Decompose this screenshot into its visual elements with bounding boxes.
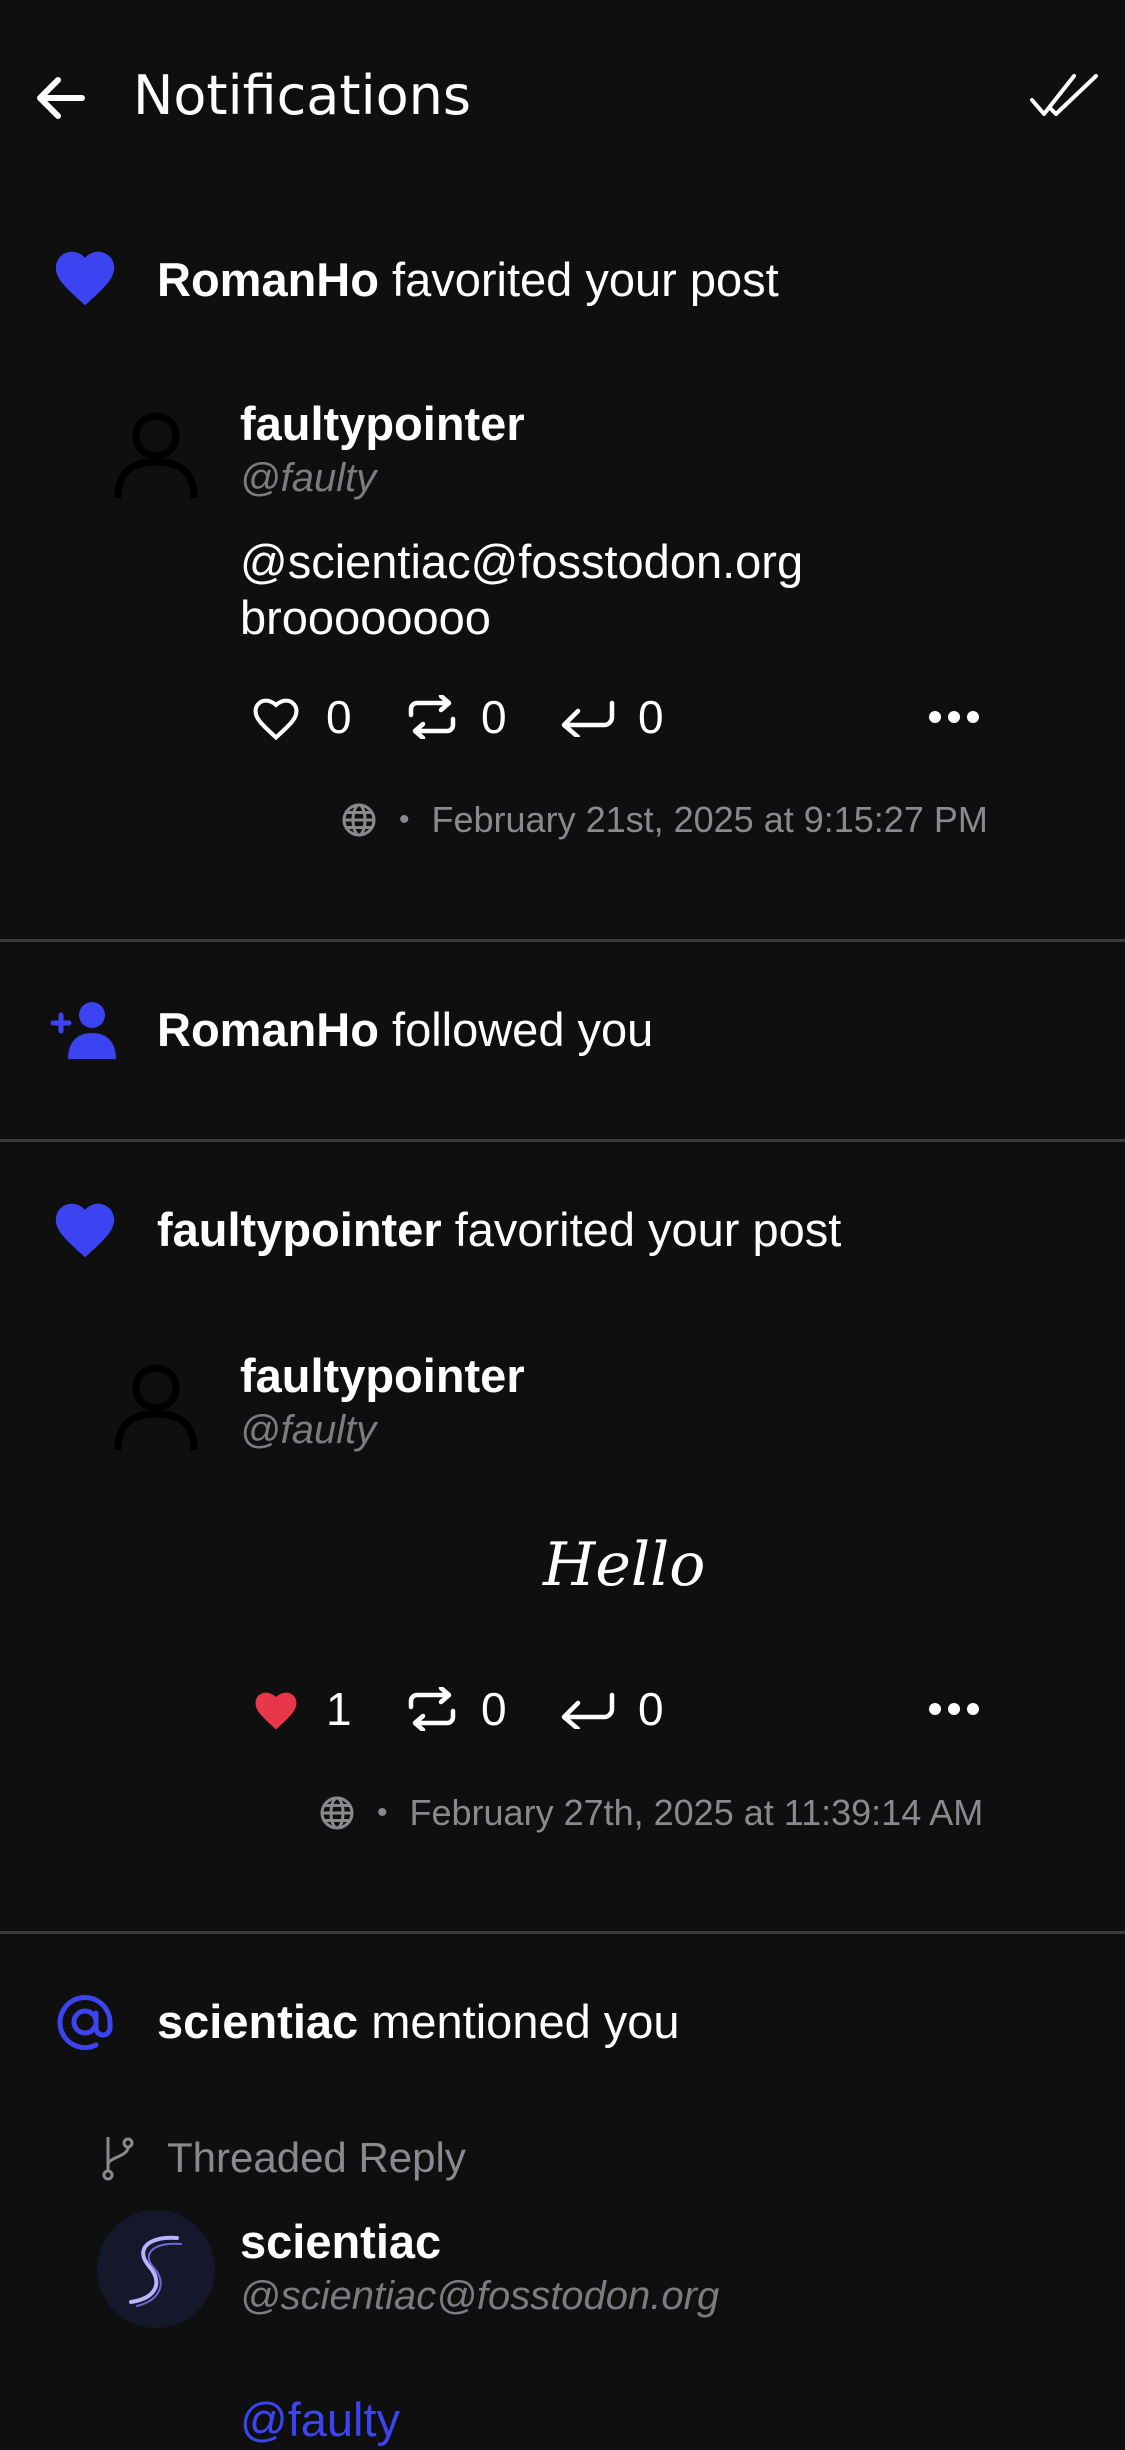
like-count: 0 [326,691,352,743]
back-button[interactable] [30,68,90,128]
mark-all-read-button[interactable] [1030,72,1100,122]
divider [0,1931,1125,1934]
page-title: Notifications [133,64,471,127]
avatar[interactable] [110,406,202,498]
notification-text: RomanHo favorited your post [157,250,779,310]
post-author-name[interactable]: scientiac [240,2214,441,2270]
boost-count: 0 [481,1683,507,1735]
notification-text: scientiac mentioned you [157,1992,680,2052]
actor-name[interactable]: RomanHo [157,1003,379,1056]
globe-icon [320,1796,354,1830]
repeat-icon [408,1687,456,1731]
notification-action: favorited your post [454,1203,842,1256]
heart-icon [50,243,120,313]
post-body-line: @scientiac@fosstodon.org [240,535,804,588]
notification-action: mentioned you [371,1995,680,2048]
more-options-button[interactable] [928,1696,980,1722]
more-options-button[interactable] [928,704,980,730]
at-icon [50,1987,120,2057]
actor-name[interactable]: faultypointer [157,1203,442,1256]
post-body: @scientiac@fosstodon.org broooooooo [240,534,803,646]
like-button[interactable]: 0 [248,687,352,747]
reply-button[interactable]: 0 [560,687,664,747]
boost-count: 0 [481,691,507,743]
post-author-name[interactable]: faultypointer [240,1348,525,1404]
post-author-name[interactable]: faultypointer [240,396,525,452]
like-button[interactable]: 1 [248,1679,352,1739]
like-count: 1 [326,1683,352,1735]
post-timestamp: February 27th, 2025 at 11:39:14 AM [409,1792,984,1833]
arrow-left-icon [37,77,85,119]
person-icon [114,412,198,498]
boost-button[interactable]: 0 [405,1679,507,1739]
divider [0,939,1125,942]
more-horizontal-icon [929,1703,979,1715]
thread-label: Threaded Reply [167,2134,466,2181]
repeat-icon [408,695,456,739]
post-meta: • February 27th, 2025 at 11:39:14 AM [319,1791,983,1835]
double-check-icon [1030,74,1098,116]
branch-icon [100,2135,136,2181]
post-author-handle[interactable]: @faulty [240,454,376,502]
post-body-line: broooooooo [240,591,491,644]
reply-icon [561,700,615,737]
person-icon [114,1364,198,1450]
mention-link[interactable]: @faulty [240,2390,400,2450]
globe-icon [342,803,376,837]
person-add-icon [50,995,120,1065]
notification-action: favorited your post [392,253,779,306]
reply-icon [561,1692,615,1729]
avatar[interactable] [110,1358,202,1450]
reply-count: 0 [638,691,664,743]
heart-filled-icon [255,1692,297,1730]
notification-text: faultypointer favorited your post [157,1200,841,1260]
heart-outline-icon [253,698,299,741]
notification-action: followed you [392,1003,654,1056]
boost-button[interactable]: 0 [405,687,507,747]
actor-name[interactable]: scientiac [157,1995,358,2048]
heart-icon [50,1195,120,1265]
post-body: Hello [543,1530,706,1600]
scientiac-avatar-icon [97,2210,215,2328]
reply-count: 0 [638,1683,664,1735]
avatar[interactable] [97,2210,215,2328]
notification-text: RomanHo followed you [157,1000,653,1060]
more-horizontal-icon [929,711,979,723]
reply-button[interactable]: 0 [560,1679,664,1739]
actor-name[interactable]: RomanHo [157,253,379,306]
post-meta: • February 21st, 2025 at 9:15:27 PM [341,798,988,842]
post-timestamp: February 21st, 2025 at 9:15:27 PM [431,799,988,840]
post-author-handle[interactable]: @faulty [240,1406,376,1454]
divider [0,1139,1125,1142]
post-author-handle[interactable]: @scientiac@fosstodon.org [240,2272,719,2320]
